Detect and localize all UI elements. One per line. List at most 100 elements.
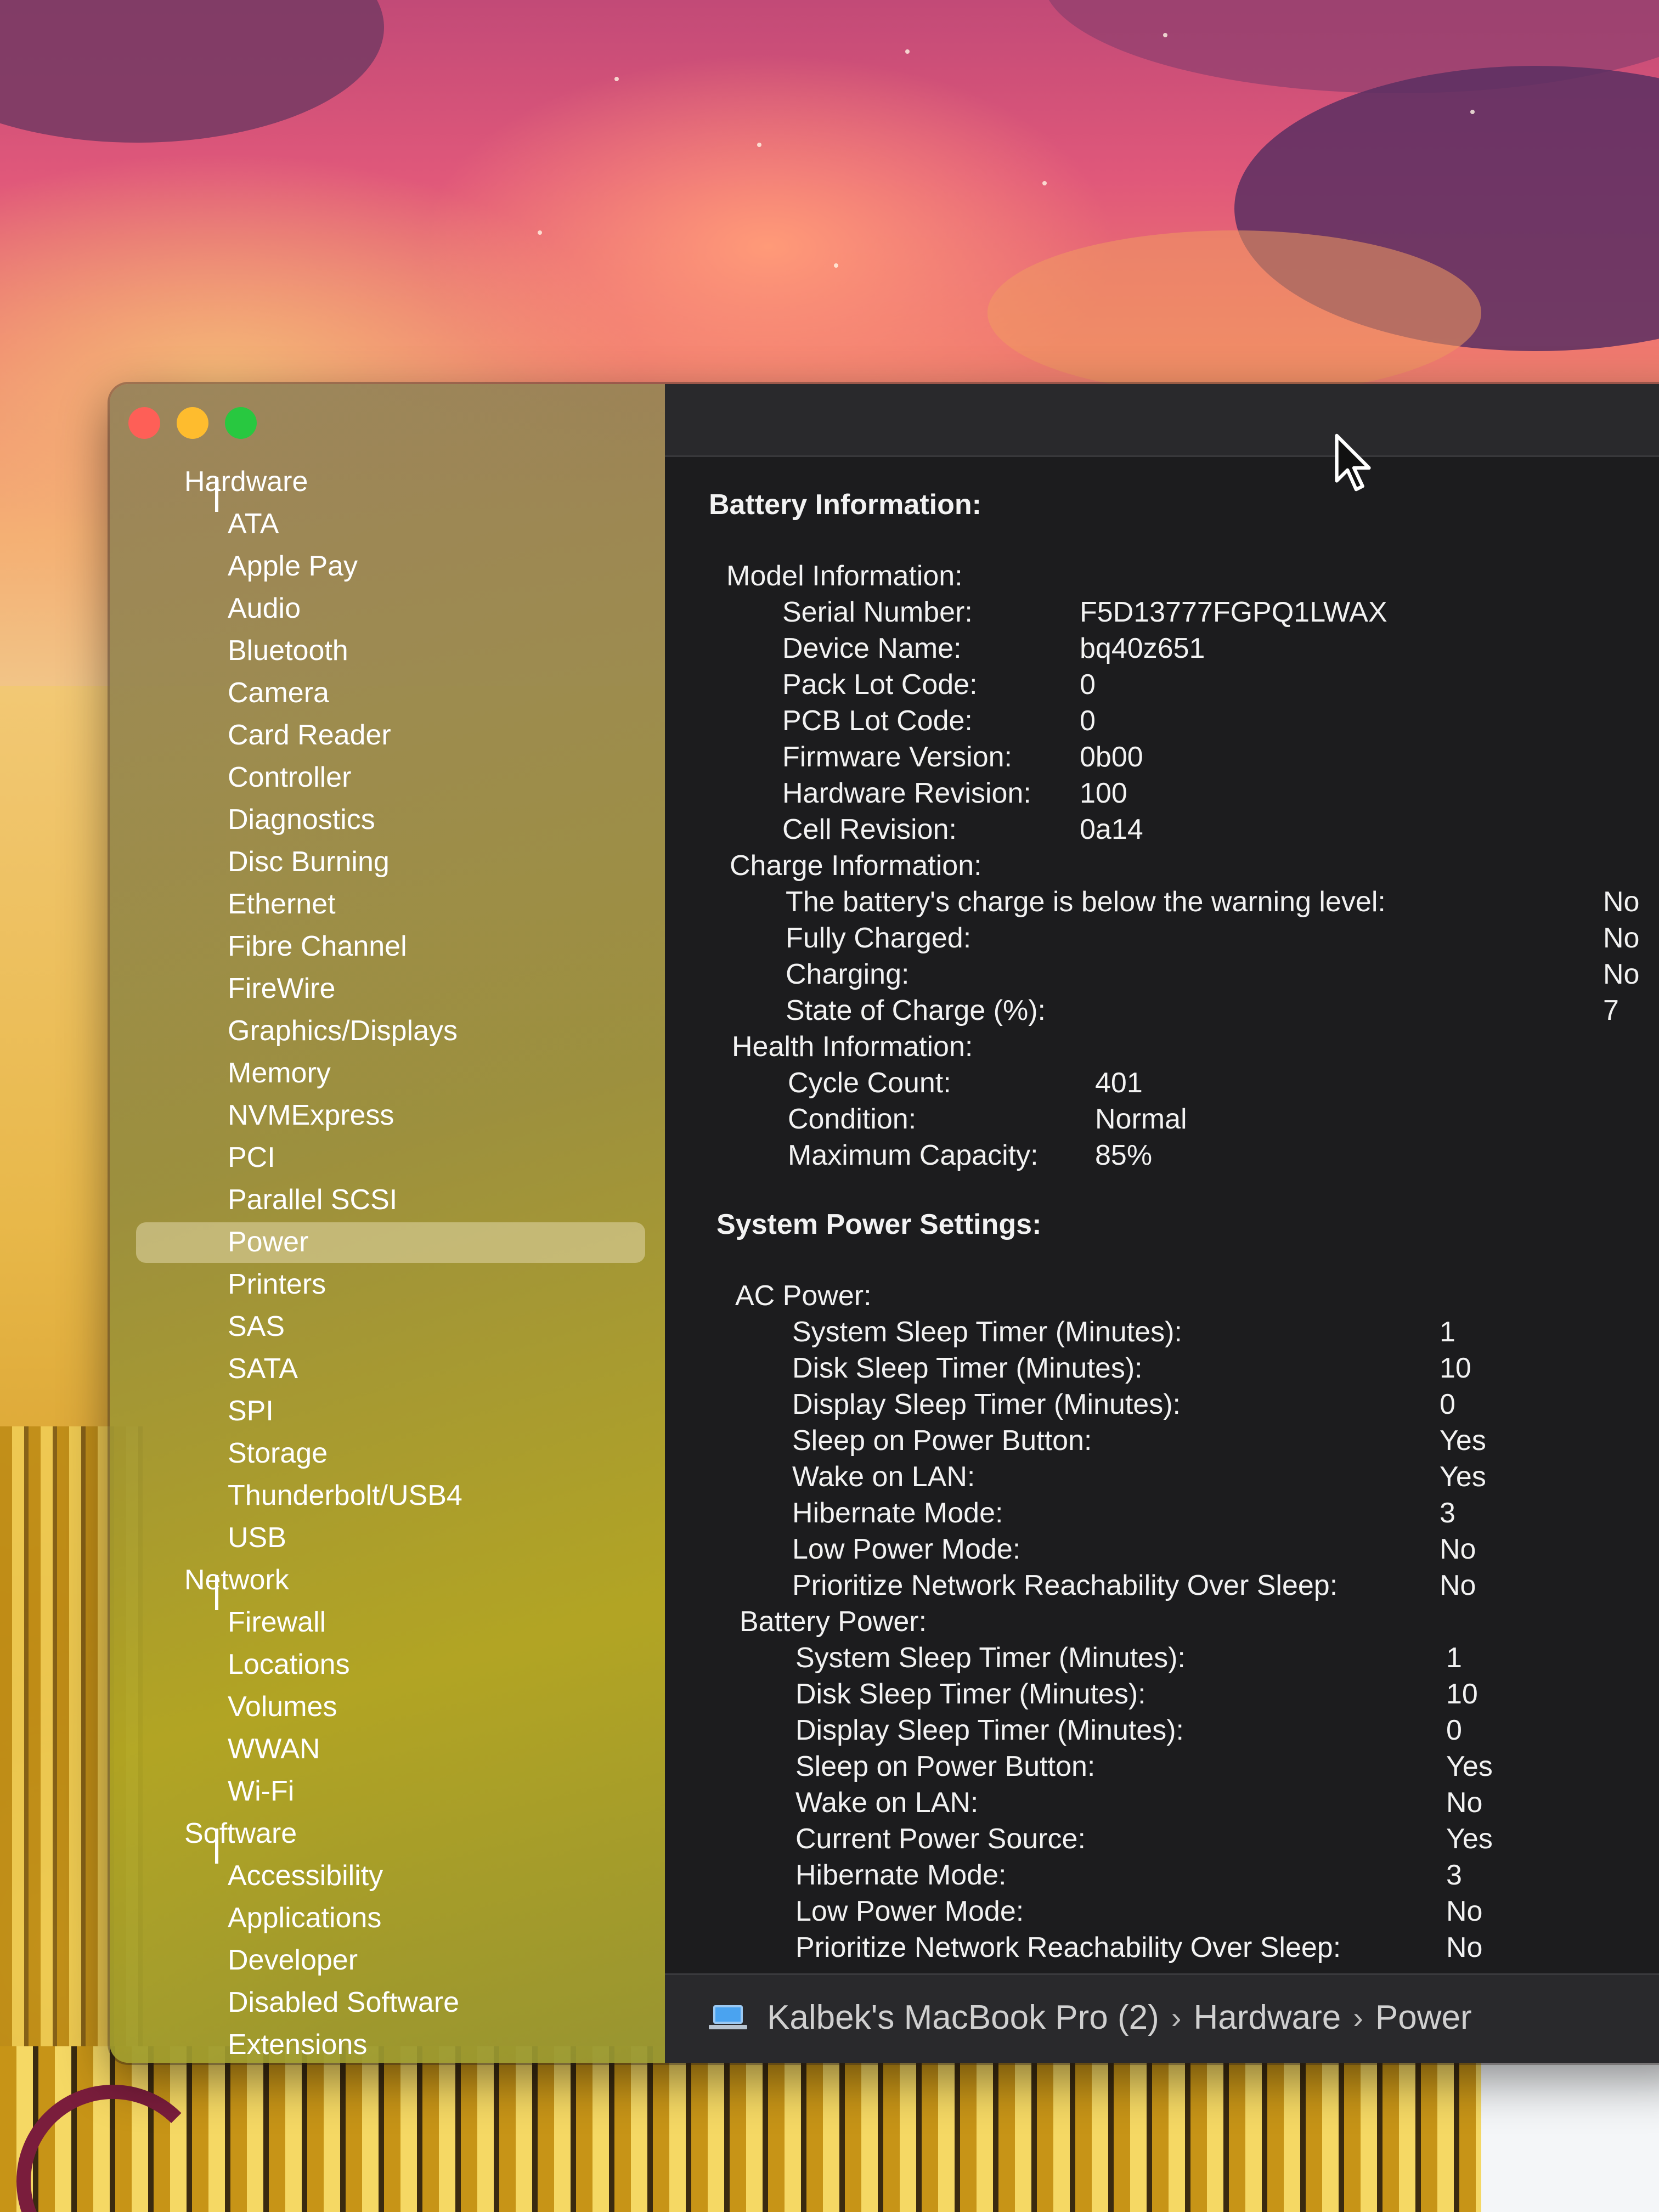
sidebar-item-wwan[interactable]: WWAN (110, 1728, 665, 1770)
sidebar-item-ethernet[interactable]: Ethernet (110, 883, 665, 926)
sidebar-item-wi-fi[interactable]: Wi-Fi (110, 1770, 665, 1813)
sidebar-section-software[interactable]: Software (110, 1813, 665, 1864)
wallpaper-star (1163, 33, 1167, 37)
zoom-button[interactable] (225, 407, 257, 439)
breadcrumb-item[interactable]: Power (1375, 1998, 1472, 2037)
sidebar-item-label: Controller (228, 761, 352, 793)
sidebar-item-locations[interactable]: Locations (110, 1644, 665, 1686)
sidebar-item-label: Locations (228, 1649, 350, 1680)
detail-pane: M Battery Information: Model Information:… (665, 384, 1659, 2063)
ac-power-setting-value: No (1440, 1570, 1476, 1601)
sidebar-section-label: Hardware (184, 466, 308, 498)
sidebar-item-parallel-scsi[interactable]: Parallel SCSI (110, 1179, 665, 1221)
ac-power-setting-value: Yes (1440, 1425, 1486, 1457)
sidebar-item-camera[interactable]: Camera (110, 672, 665, 714)
charge-info-value: No (1603, 958, 1640, 990)
sidebar-item-developer[interactable]: Developer (110, 1939, 665, 1982)
sidebar-item-label: Ethernet (228, 888, 336, 920)
sidebar-item-fibre-channel[interactable]: Fibre Channel (110, 926, 665, 968)
sidebar-item-disc-burning[interactable]: Disc Burning (110, 841, 665, 883)
sidebar-item-card-reader[interactable]: Card Reader (110, 714, 665, 757)
sidebar-item-apple-pay[interactable]: Apple Pay (110, 545, 665, 588)
sidebar-item-label: Accessibility (228, 1860, 383, 1892)
battery-power-setting-value: Yes (1446, 1823, 1493, 1855)
wallpaper-star (614, 77, 619, 81)
sidebar-item-pci[interactable]: PCI (110, 1137, 665, 1179)
wallpaper-shape (1481, 2041, 1659, 2212)
sidebar-item-label: Card Reader (228, 719, 391, 751)
sidebar-item-graphics-displays[interactable]: Graphics/Displays (110, 1010, 665, 1052)
sidebar-item-applications[interactable]: Applications (110, 1897, 665, 1939)
model-info-label: PCB Lot Code: (782, 705, 973, 737)
sidebar-item-firewall[interactable]: Firewall (110, 1601, 665, 1644)
close-button[interactable] (128, 407, 160, 439)
sidebar-item-printers[interactable]: Printers (110, 1263, 665, 1306)
wallpaper-star (538, 230, 542, 235)
sidebar-section-hardware[interactable]: Hardware (110, 461, 665, 512)
sidebar-item-storage[interactable]: Storage (110, 1432, 665, 1475)
ac-power-setting-value: Yes (1440, 1461, 1486, 1493)
sidebar-item-controller[interactable]: Controller (110, 757, 665, 799)
sidebar-section-network[interactable]: Network (110, 1559, 665, 1610)
sidebar-item-ata[interactable]: ATA (110, 503, 665, 545)
sidebar-item-diagnostics[interactable]: Diagnostics (110, 799, 665, 841)
model-info-value: 100 (1080, 777, 1127, 809)
charge-info-value: 7 (1603, 995, 1619, 1026)
ac-power-setting-value: 0 (1440, 1389, 1455, 1420)
sidebar-item-label: PCI (228, 1142, 275, 1173)
sidebar-section-label: Software (184, 1818, 297, 1849)
group-heading: AC Power: (735, 1280, 872, 1312)
model-info-value: 0b00 (1080, 741, 1143, 773)
section-title: Battery Information: (709, 489, 981, 521)
sidebar-item-memory[interactable]: Memory (110, 1052, 665, 1094)
model-info-label: Hardware Revision: (782, 777, 1031, 809)
sidebar-item-spi[interactable]: SPI (110, 1390, 665, 1432)
ac-power-setting-label: Hibernate Mode: (792, 1497, 1003, 1529)
sidebar-item-disabled-software[interactable]: Disabled Software (110, 1982, 665, 2024)
sidebar-item-thunderbolt-usb4[interactable]: Thunderbolt/USB4 (110, 1475, 665, 1517)
battery-power-setting-value: No (1446, 1787, 1483, 1819)
model-info-value: 0 (1080, 705, 1096, 737)
model-info-value: bq40z651 (1080, 633, 1205, 664)
wallpaper-wheat (0, 2046, 1659, 2212)
sidebar-item-label: Bluetooth (228, 635, 348, 667)
sidebar-item-firewire[interactable]: FireWire (110, 968, 665, 1010)
sidebar-item-power[interactable]: Power (110, 1221, 665, 1263)
sidebar-item-sata[interactable]: SATA (110, 1348, 665, 1390)
charge-info-value: No (1603, 886, 1640, 918)
breadcrumb-item[interactable]: Kalbek's MacBook Pro (2) (767, 1998, 1159, 2037)
ac-power-setting-value: No (1440, 1533, 1476, 1565)
sidebar-item-label: Firewall (228, 1606, 326, 1638)
sidebar-item-accessibility[interactable]: Accessibility (110, 1855, 665, 1897)
battery-power-setting-label: Prioritize Network Reachability Over Sle… (795, 1932, 1341, 1963)
sidebar-item-label: Extensions (228, 2029, 368, 2061)
model-info-label: Serial Number: (782, 596, 973, 628)
sidebar-item-audio[interactable]: Audio (110, 588, 665, 630)
wallpaper-star (1042, 181, 1047, 185)
wallpaper-cloud (988, 230, 1481, 395)
sidebar-item-bluetooth[interactable]: Bluetooth (110, 630, 665, 672)
sidebar-item-usb[interactable]: USB (110, 1517, 665, 1559)
detail-header: M (665, 384, 1659, 457)
wallpaper-star (757, 143, 761, 147)
sidebar-item-label: SATA (228, 1353, 298, 1385)
minimize-button[interactable] (177, 407, 208, 439)
sidebar-item-label: Disc Burning (228, 846, 390, 878)
breadcrumb-item[interactable]: Hardware (1193, 1998, 1341, 2037)
ac-power-setting-value: 1 (1440, 1316, 1455, 1348)
sidebar-item-label: SAS (228, 1311, 285, 1342)
battery-power-setting-value: Yes (1446, 1751, 1493, 1782)
laptop-icon (709, 2005, 747, 2030)
sidebar-item-label: Memory (228, 1057, 331, 1089)
sidebar-item-sas[interactable]: SAS (110, 1306, 665, 1348)
sidebar-item-label: Graphics/Displays (228, 1015, 458, 1047)
sidebar-item-nvmexpress[interactable]: NVMExpress (110, 1094, 665, 1137)
model-info-value: F5D13777FGPQ1LWAX (1080, 596, 1387, 628)
ac-power-setting-label: Display Sleep Timer (Minutes): (792, 1389, 1181, 1420)
sidebar-item-extensions[interactable]: Extensions (110, 2024, 665, 2063)
model-info-value: 0 (1080, 669, 1096, 701)
sidebar-item-label: Power (228, 1226, 309, 1258)
system-information-window: Hardware ATA Apple Pay Audio Bluetooth Camera… (110, 384, 1659, 2063)
sidebar-item-volumes[interactable]: Volumes (110, 1686, 665, 1728)
sidebar-item-label: Applications (228, 1902, 382, 1934)
